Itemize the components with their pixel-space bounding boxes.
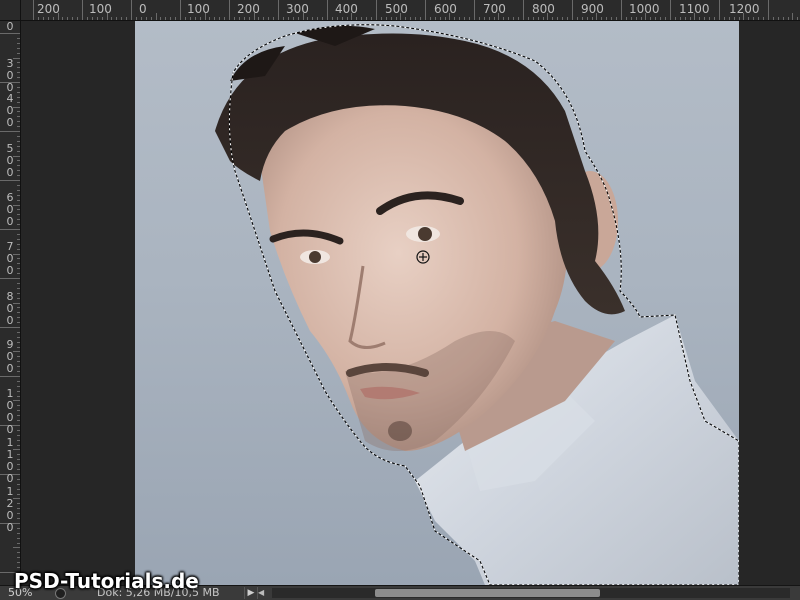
watermark: PSD-Tutorials.de bbox=[14, 569, 199, 593]
ruler-label: 0 bbox=[6, 21, 14, 33]
portrait-photo bbox=[215, 24, 739, 585]
ruler-label: 700 bbox=[483, 2, 506, 16]
ruler-label: 500 bbox=[6, 142, 14, 179]
ruler-label: 1200 bbox=[6, 485, 14, 534]
ruler-label: 800 bbox=[6, 290, 14, 327]
document-workspace[interactable] bbox=[21, 21, 800, 585]
horizontal-ruler[interactable]: 200 100 0 100 200 300 400 500 600 700 80… bbox=[21, 0, 800, 21]
ruler-label: 400 bbox=[6, 92, 14, 129]
ruler-label: 800 bbox=[532, 2, 555, 16]
ruler-label: 1000 bbox=[6, 387, 14, 436]
ruler-corner bbox=[0, 0, 21, 21]
ruler-label: 0 bbox=[139, 2, 147, 16]
ruler-label: 300 bbox=[286, 2, 309, 16]
ruler-label: 100 bbox=[89, 2, 112, 16]
ruler-label: 1100 bbox=[6, 436, 14, 485]
ruler-label: 200 bbox=[37, 2, 60, 16]
ruler-label: 700 bbox=[6, 240, 14, 277]
ruler-label: 1000 bbox=[629, 2, 660, 16]
horizontal-scrollbar[interactable] bbox=[272, 588, 790, 598]
ruler-label: 500 bbox=[385, 2, 408, 16]
ruler-label: 600 bbox=[434, 2, 457, 16]
vertical-ruler[interactable]: 0 300 400 500 600 700 800 900 1000 1100 … bbox=[0, 21, 21, 585]
horizontal-scrollbar-thumb[interactable] bbox=[375, 589, 600, 597]
ruler-label: 200 bbox=[237, 2, 260, 16]
ruler-label: 600 bbox=[6, 191, 14, 228]
ruler-label: 100 bbox=[187, 2, 210, 16]
ruler-label: 1100 bbox=[679, 2, 710, 16]
scroll-left-arrow-icon[interactable]: ◀ bbox=[258, 588, 264, 598]
ruler-label: 900 bbox=[581, 2, 604, 16]
status-menu-arrow-icon[interactable]: ▶ bbox=[244, 587, 258, 599]
ruler-label: 1200 bbox=[729, 2, 760, 16]
ruler-label: 900 bbox=[6, 338, 14, 375]
ruler-label: 400 bbox=[335, 2, 358, 16]
ruler-label: 300 bbox=[6, 57, 14, 94]
image-canvas[interactable] bbox=[135, 21, 739, 585]
